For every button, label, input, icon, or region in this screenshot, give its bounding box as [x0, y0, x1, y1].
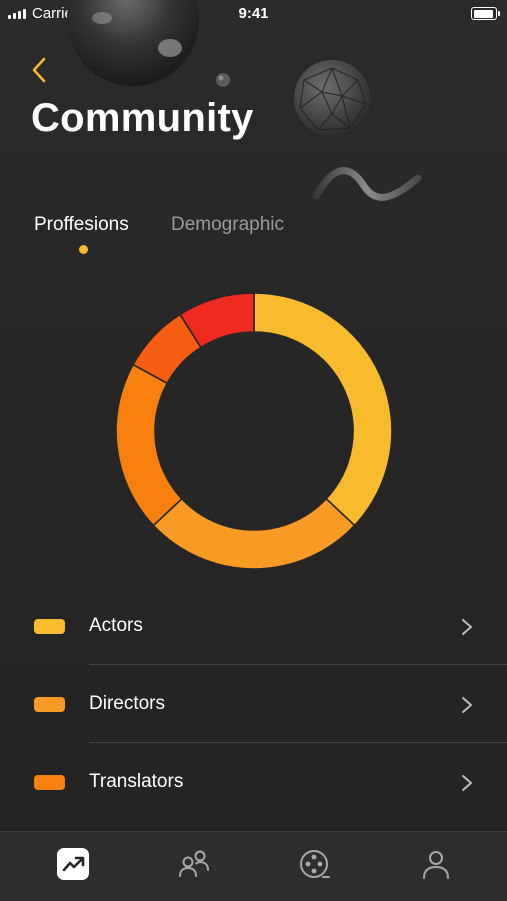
- legend-row-directors[interactable]: Directors: [0, 667, 507, 745]
- tab-demographic[interactable]: Demographic: [171, 214, 284, 236]
- page-title: Community: [31, 96, 254, 140]
- profile-icon: [423, 851, 449, 879]
- trending-icon: [57, 848, 89, 880]
- back-button[interactable]: [26, 54, 54, 86]
- tab-bar-community[interactable]: [177, 847, 211, 881]
- legend-label: Directors: [89, 693, 166, 714]
- legend-label: Translators: [89, 771, 184, 792]
- chevron-left-icon: [32, 57, 46, 83]
- donut-slice-directors: [152, 497, 356, 570]
- legend-row-actors[interactable]: Actors: [0, 589, 507, 667]
- legend-swatch: [34, 619, 65, 634]
- tab-proffesions[interactable]: Proffesions: [34, 214, 129, 236]
- sphere-decoration: [67, 0, 199, 86]
- divider: [89, 664, 507, 665]
- legend-label: Actors: [89, 615, 143, 636]
- chevron-right-icon: [462, 697, 472, 713]
- wave-decoration: [312, 167, 422, 201]
- chevron-right-icon: [462, 775, 472, 791]
- tab-bar-profile[interactable]: [419, 847, 453, 881]
- legend-row-translators[interactable]: Translators: [0, 745, 507, 823]
- active-tab-indicator: [79, 245, 88, 254]
- tab-bar-trending[interactable]: [56, 847, 90, 881]
- donut-slice-actors: [253, 292, 393, 527]
- donut-slice-translators: [115, 363, 183, 527]
- battery-icon: [471, 7, 500, 20]
- professions-donut-chart: [115, 292, 393, 570]
- tab-bar-film[interactable]: [298, 847, 332, 881]
- legend-swatch: [34, 697, 65, 712]
- small-ball-decoration: [216, 73, 230, 87]
- geodesic-sphere-decoration: [294, 60, 370, 136]
- community-icon: [179, 850, 209, 877]
- divider: [89, 742, 507, 743]
- chevron-right-icon: [462, 619, 472, 635]
- legend-swatch: [34, 775, 65, 790]
- bottom-tab-bar: [0, 831, 507, 901]
- film-reel-icon: [300, 850, 330, 878]
